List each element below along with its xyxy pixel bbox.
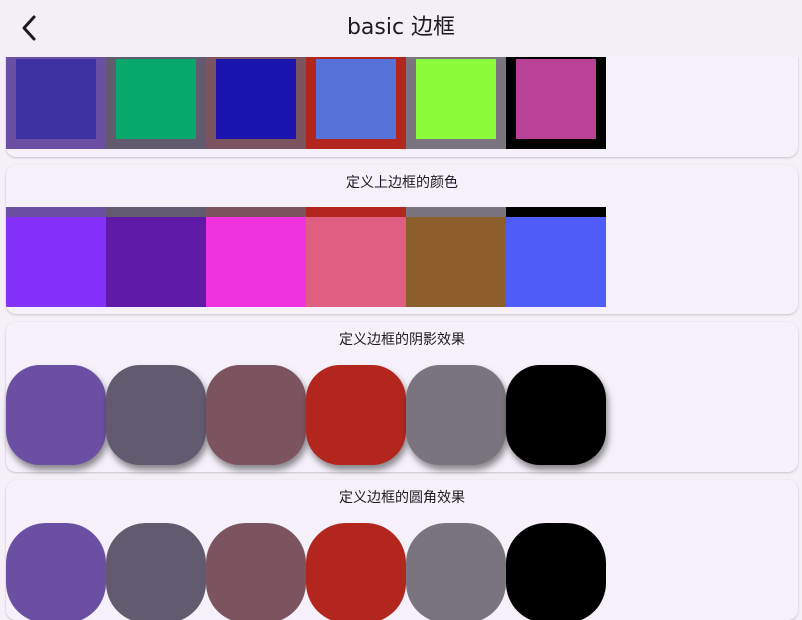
shadow-tile: [406, 365, 506, 465]
card-title-top-border: 定义上边框的颜色: [346, 175, 458, 191]
top-border-bar: [306, 207, 406, 217]
rounded-tile: [106, 523, 206, 620]
app-bar: basic 边框: [0, 0, 802, 57]
top-border-tile: [206, 207, 306, 307]
page-title: basic 边框: [346, 15, 456, 40]
top-border-tile: [506, 207, 606, 307]
border-color-tile: [306, 49, 406, 149]
card-shadow: 定义边框的阴影效果: [6, 322, 798, 472]
shadow-row: [6, 365, 606, 465]
border-color-tile: [206, 49, 306, 149]
radius-row: [6, 523, 606, 620]
scroll-content[interactable]: 定义上边框的颜色 定义边框的阴影效果 定义边框的圆角效果: [0, 0, 802, 620]
top-border-tile: [306, 207, 406, 307]
top-border-fill: [506, 217, 606, 307]
border-color-row: [6, 49, 606, 149]
top-border-bar: [506, 207, 606, 217]
top-border-tile: [406, 207, 506, 307]
top-border-bar: [406, 207, 506, 217]
top-border-fill: [106, 217, 206, 307]
shadow-tile: [6, 365, 106, 465]
card-title-radius: 定义边框的圆角效果: [339, 490, 465, 506]
card-title-shadow: 定义边框的阴影效果: [339, 332, 465, 348]
border-color-tile: [6, 49, 106, 149]
rounded-tile: [6, 523, 106, 620]
top-border-tile: [106, 207, 206, 307]
card-top-border: 定义上边框的颜色: [6, 165, 798, 314]
top-border-fill: [406, 217, 506, 307]
border-color-tile: [506, 49, 606, 149]
top-border-tile: [6, 207, 106, 307]
top-border-bar: [6, 207, 106, 217]
top-border-row: [6, 207, 606, 307]
rounded-tile: [306, 523, 406, 620]
shadow-tile: [306, 365, 406, 465]
top-border-fill: [206, 217, 306, 307]
rounded-tile: [206, 523, 306, 620]
card-radius: 定义边框的圆角效果: [6, 480, 798, 620]
shadow-tile: [506, 365, 606, 465]
rounded-tile: [406, 523, 506, 620]
rounded-tile: [506, 523, 606, 620]
top-border-fill: [306, 217, 406, 307]
top-border-bar: [106, 207, 206, 217]
shadow-tile: [106, 365, 206, 465]
border-color-tile: [106, 49, 206, 149]
shadow-tile: [206, 365, 306, 465]
top-border-fill: [6, 217, 106, 307]
top-border-bar: [206, 207, 306, 217]
card-border-color: [6, 40, 798, 157]
border-color-tile: [406, 49, 506, 149]
